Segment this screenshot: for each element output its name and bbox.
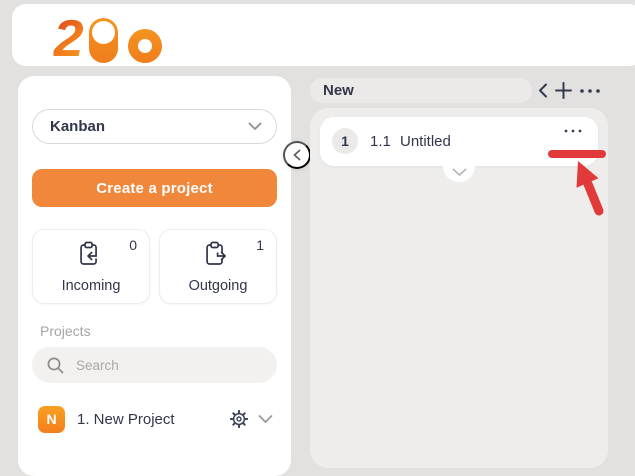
chevron-left-icon [293,149,301,161]
task-badge: 1 [332,128,358,154]
column-actions [538,78,601,103]
chevron-down-icon[interactable] [258,414,273,424]
search-box[interactable] [32,347,277,383]
logo-letter-i-dot [92,21,115,44]
column-title: New [323,82,354,99]
logo-letter-o [128,29,162,63]
clipboard-import-icon [77,241,101,272]
task-card[interactable]: 1 1.1 Untitled [320,117,598,166]
plus-icon [555,82,572,99]
logo-letter-i [89,18,118,63]
view-selector-dropdown[interactable]: Kanban [32,109,277,144]
outgoing-count: 1 [256,237,264,253]
card-menu-button[interactable] [560,125,586,137]
chevron-left-icon [538,83,548,98]
incoming-label: Incoming [33,278,149,294]
inbox-card-incoming[interactable]: 0 Incoming [32,229,150,304]
project-list-item[interactable]: N 1. New Project [18,399,291,439]
sidebar-panel: Kanban Create a project 0 Incoming 1 [18,76,291,476]
column-menu-button[interactable] [579,88,601,94]
outgoing-label: Outgoing [160,278,276,294]
sidebar-collapse-button[interactable] [283,141,311,169]
app-background: { "app": { "name": "Zio" }, "sidebar": {… [0,0,635,459]
ellipsis-icon [579,88,601,94]
project-name: 1. New Project [77,411,230,428]
inbox-card-outgoing[interactable]: 1 Outgoing [159,229,277,304]
project-badge: N [38,406,65,433]
incoming-count: 0 [129,237,137,253]
task-title: Untitled [400,133,451,150]
chevron-down-icon [452,168,467,177]
add-card-button[interactable] [555,82,572,99]
logo-letter-o-hole [138,39,152,53]
search-input[interactable] [76,358,277,373]
inbox-row: 0 Incoming 1 [32,229,277,304]
ellipsis-icon [564,129,582,133]
zio-logo: 2 [54,13,162,63]
gear-icon[interactable] [230,410,248,428]
chevron-down-icon [248,118,262,136]
column-body: 1 1.1 Untitled [310,108,608,468]
top-bar: 2 [12,4,635,66]
column-collapse-button[interactable] [538,83,548,98]
task-number: 1.1 [370,133,391,150]
search-icon [46,356,65,375]
column-header[interactable]: New [310,78,532,103]
card-expand-button[interactable] [443,150,475,182]
projects-heading: Projects [40,323,91,339]
clipboard-export-icon [204,241,228,272]
create-project-button[interactable]: Create a project [32,169,277,207]
view-selector-value: Kanban [50,118,105,135]
logo-letter-z: 2 [53,15,83,63]
